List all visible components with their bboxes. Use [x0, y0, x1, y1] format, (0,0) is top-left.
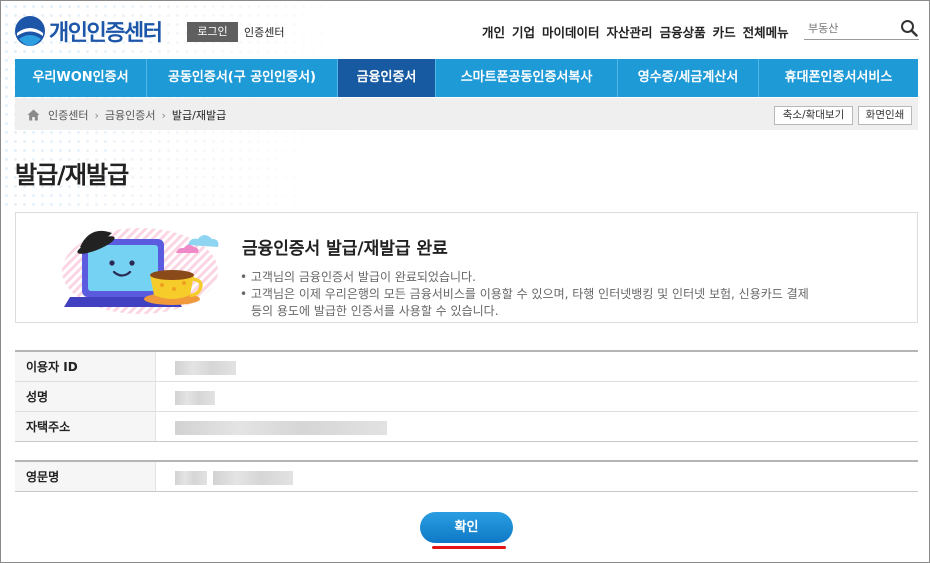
address-value: [156, 412, 918, 441]
home-icon[interactable]: [27, 109, 40, 121]
breadcrumb-current: 발급/재발급: [171, 109, 227, 122]
print-button[interactable]: 화면인쇄: [858, 106, 912, 125]
cert-center-link[interactable]: 인증센터: [244, 24, 284, 40]
completion-box: 금융인증서 발급/재발급 완료 • 고객님의 금융인증서 발급이 완료되었습니다…: [15, 212, 918, 323]
completion-message-1: • 고객님의 금융인증서 발급이 완료되었습니다.: [240, 270, 476, 284]
completion-messages: • 고객님의 금융인증서 발급이 완료되었습니다. • 고객님은 이제 우리은행…: [240, 269, 809, 320]
top-menu-card[interactable]: 카드: [713, 22, 736, 41]
top-menu-business[interactable]: 기업: [512, 22, 535, 41]
completion-title: 금융인증서 발급/재발급 완료: [242, 239, 448, 259]
page-title: 발급/재발급: [15, 161, 129, 189]
nav-item-financial-cert[interactable]: 금융인증서: [338, 59, 436, 97]
login-button-label: 로그인: [197, 25, 228, 38]
logo-text: 개인인증센터: [49, 21, 163, 46]
nav-item-mobile-cert[interactable]: 휴대폰인증서서비스: [759, 59, 918, 97]
certificate-complete-illustration: [62, 228, 219, 314]
english-name-table: 영문명: [15, 460, 918, 492]
highlight-underline: [432, 546, 506, 549]
table-row: 성명: [15, 382, 918, 412]
masked-value: [175, 361, 236, 375]
top-menu-all[interactable]: 전체메뉴: [743, 22, 789, 41]
table-row: 영문명: [15, 462, 918, 492]
login-button[interactable]: 로그인: [187, 22, 238, 42]
top-menu-asset[interactable]: 자산관리: [607, 22, 653, 41]
masked-value: [175, 421, 387, 435]
top-menu-mydata[interactable]: 마이데이터: [542, 22, 600, 41]
search-box: [804, 17, 919, 40]
nav-item-woori-won-cert[interactable]: 우리WON인증서: [15, 59, 147, 97]
main-nav: 우리WON인증서 공동인증서(구 공인인증서) 금융인증서 스마트폰공동인증서복…: [15, 59, 918, 97]
user-id-label: 이용자 ID: [15, 352, 156, 381]
nav-item-smartphone-copy[interactable]: 스마트폰공동인증서복사: [436, 59, 618, 97]
site-logo[interactable]: 개인인증센터: [14, 15, 163, 47]
top-menu: 개인 기업 마이데이터 자산관리 금융상품 카드 전체메뉴: [482, 22, 789, 41]
breadcrumb-item-financial-cert[interactable]: 금융인증서: [105, 107, 156, 123]
table-row: 자택주소: [15, 412, 918, 442]
address-label: 자택주소: [15, 412, 156, 441]
search-input[interactable]: [804, 18, 894, 39]
breadcrumb-item-cert-center[interactable]: 인증센터: [48, 107, 88, 123]
masked-value: [175, 471, 207, 485]
english-name-label: 영문명: [15, 462, 156, 491]
table-row: 이용자 ID: [15, 352, 918, 382]
user-id-value: [156, 352, 918, 381]
completion-message-2: • 고객님은 이제 우리은행의 모든 금융서비스를 이용할 수 있으며, 타행 …: [240, 287, 809, 301]
completion-message-3: 등의 용도에 발급한 인증서를 사용할 수 있습니다.: [251, 304, 499, 318]
masked-value: [175, 391, 215, 405]
top-menu-products[interactable]: 금융상품: [660, 22, 706, 41]
breadcrumb: 인증센터 › 금융인증서 › 발급/재발급: [27, 107, 226, 123]
english-name-value: [156, 462, 918, 491]
nav-item-joint-cert[interactable]: 공동인증서(구 공인인증서): [147, 59, 338, 97]
chevron-right-icon: ›: [94, 108, 99, 122]
user-info-table: 이용자 ID 성명 자택주소: [15, 350, 918, 442]
nav-item-receipt-tax[interactable]: 영수증/세금계산서: [618, 59, 759, 97]
zoom-button[interactable]: 축소/확대보기: [774, 106, 853, 125]
name-label: 성명: [15, 382, 156, 411]
breadcrumb-bar: 인증센터 › 금융인증서 › 발급/재발급 축소/확대보기 화면인쇄: [15, 98, 918, 130]
search-icon[interactable]: [900, 19, 918, 37]
logo-icon: [15, 16, 45, 46]
confirm-button[interactable]: 확인: [420, 512, 513, 543]
masked-value: [213, 471, 293, 485]
name-value: [156, 382, 918, 411]
chevron-right-icon: ›: [161, 108, 166, 122]
top-menu-personal[interactable]: 개인: [482, 22, 505, 41]
